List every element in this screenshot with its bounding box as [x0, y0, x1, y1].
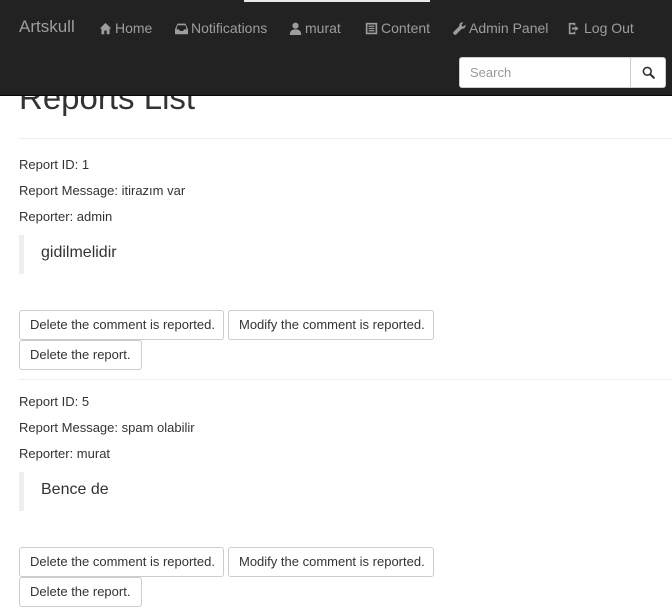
search-icon [642, 66, 655, 79]
modify-comment-button[interactable]: Modify the comment is reported. [228, 310, 434, 340]
delete-report-button[interactable]: Delete the report. [19, 340, 142, 370]
reported-comment-text: gidilmelidir [41, 244, 117, 261]
reported-comment: Bence de [19, 472, 419, 511]
nav-logout-link[interactable]: Log Out [568, 18, 634, 38]
report-id: Report ID: 1 [19, 157, 90, 172]
wrench-icon [453, 21, 466, 35]
nav-home-label: Home [115, 20, 153, 36]
modify-comment-button[interactable]: Modify the comment is reported. [228, 547, 434, 577]
search-input[interactable] [459, 57, 631, 88]
inbox-icon [175, 23, 188, 34]
nav-notifications-label: Notifications [191, 20, 268, 36]
nav-user-link[interactable]: murat [289, 18, 341, 38]
nav-admin-panel-label: Admin Panel [469, 20, 549, 36]
user-icon [289, 22, 302, 35]
nav-content-label: Content [381, 20, 431, 36]
report-message: Report Message: itirazım var [19, 183, 186, 198]
home-icon [99, 22, 112, 34]
delete-comment-button[interactable]: Delete the comment is reported. [19, 310, 224, 340]
reporter: Reporter: murat [19, 446, 111, 461]
brand-link[interactable]: Artskull [19, 17, 75, 37]
logout-icon [568, 22, 579, 34]
delete-report-button[interactable]: Delete the report. [19, 577, 142, 607]
nav-notifications-link[interactable]: Notifications [175, 18, 267, 38]
report-id: Report ID: 5 [19, 394, 90, 409]
browser-strip [244, 0, 430, 2]
nav-user-label: murat [305, 20, 341, 36]
search-form [459, 57, 666, 88]
nav-logout-label: Log Out [584, 20, 634, 36]
reporter: Reporter: admin [19, 209, 113, 224]
title-divider [19, 138, 672, 139]
delete-comment-button[interactable]: Delete the comment is reported. [19, 547, 224, 577]
nav-content-link[interactable]: Content [365, 18, 430, 38]
reported-comment-text: Bence de [41, 481, 109, 498]
reported-comment: gidilmelidir [19, 235, 419, 274]
nav-admin-panel-link[interactable]: Admin Panel [453, 18, 548, 38]
list-icon [365, 22, 378, 34]
search-button[interactable] [631, 57, 666, 88]
report-message: Report Message: spam olabilir [19, 420, 195, 435]
report-divider [19, 379, 672, 380]
nav-home-link[interactable]: Home [99, 18, 152, 38]
navbar: Artskull Home Notifications murat Conten… [0, 0, 672, 96]
